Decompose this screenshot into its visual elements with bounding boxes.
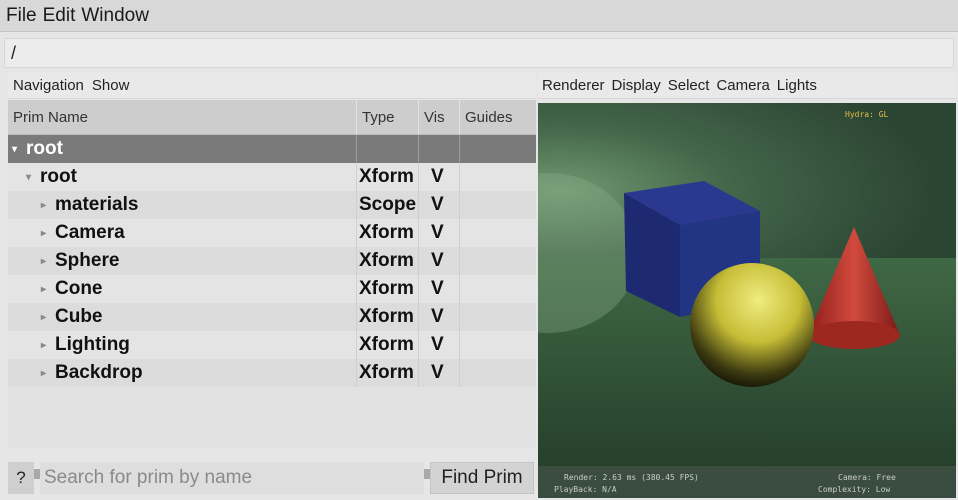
tree-row-cone[interactable]: ▸ Cone Xform V xyxy=(8,275,536,303)
menu-window[interactable]: Window xyxy=(81,5,149,27)
prim-type: Xform xyxy=(357,219,419,247)
prim-vis[interactable]: V xyxy=(419,191,460,219)
hud-render-time: Render: 2.63 ms (380.45 FPS) xyxy=(564,473,699,482)
column-header-type[interactable]: Type xyxy=(357,100,419,134)
menu-navigation[interactable]: Navigation xyxy=(13,77,84,94)
prim-search-bar: ? Find Prim xyxy=(8,462,536,494)
path-text: / xyxy=(11,42,17,63)
prim-name-cell: ▾ root xyxy=(8,163,357,191)
prim-vis[interactable]: V xyxy=(419,247,460,275)
menu-select[interactable]: Select xyxy=(668,77,710,94)
prim-vis[interactable]: V xyxy=(419,219,460,247)
column-header-prim-name[interactable]: Prim Name xyxy=(8,100,357,134)
prim-guides xyxy=(460,247,536,275)
viewport-menubar: Renderer Display Select Camera Lights xyxy=(538,72,956,99)
prim-vis[interactable]: V xyxy=(419,163,460,191)
prim-name: materials xyxy=(55,194,139,215)
expander-icon[interactable]: ▸ xyxy=(41,228,53,239)
tree-row-camera[interactable]: ▸ Camera Xform V xyxy=(8,219,536,247)
menu-file[interactable]: File xyxy=(6,5,37,27)
prim-search-input[interactable] xyxy=(40,462,424,494)
hud-renderer-label: Hydra: GL xyxy=(845,110,889,119)
prim-browser-pane: Navigation Show Prim Name Type Vis Guide… xyxy=(8,72,536,498)
expander-icon[interactable]: ▸ xyxy=(41,312,53,323)
column-header-guides[interactable]: Guides xyxy=(460,100,536,134)
hud-complexity: Complexity: Low xyxy=(818,485,890,494)
tree-row-root-top[interactable]: ▾ root xyxy=(8,135,536,163)
prim-type: Scope xyxy=(357,191,419,219)
prim-name-cell: ▸ Camera xyxy=(8,219,357,247)
viewport-scene: Hydra: GL Render: 2.63 ms (380.45 FPS) P… xyxy=(538,103,956,498)
path-field[interactable]: / xyxy=(4,38,954,68)
prim-vis[interactable]: V xyxy=(419,331,460,359)
menu-bar: File Edit Window xyxy=(0,0,958,32)
prim-guides xyxy=(460,219,536,247)
prim-tree-header: Prim Name Type Vis Guides xyxy=(8,100,536,135)
expander-icon[interactable]: ▸ xyxy=(41,340,53,351)
prim-name-cell: ▸ Cone xyxy=(8,275,357,303)
prim-name: Cone xyxy=(55,278,103,299)
prim-name: Backdrop xyxy=(55,362,143,383)
find-prim-button[interactable]: Find Prim xyxy=(430,462,534,494)
tree-row-cube[interactable]: ▸ Cube Xform V xyxy=(8,303,536,331)
tree-row-backdrop[interactable]: ▸ Backdrop Xform V xyxy=(8,359,536,387)
prim-vis[interactable]: V xyxy=(419,275,460,303)
prim-name-cell: ▸ Cube xyxy=(8,303,357,331)
expander-icon[interactable]: ▸ xyxy=(41,256,53,267)
prim-name-cell: ▸ Sphere xyxy=(8,247,357,275)
prim-name-cell: ▸ Lighting xyxy=(8,331,357,359)
hud-camera: Camera: Free xyxy=(838,473,896,482)
expander-icon[interactable]: ▸ xyxy=(41,284,53,295)
menu-show[interactable]: Show xyxy=(92,77,130,94)
prim-type: Xform xyxy=(357,247,419,275)
prim-name-cell: ▾ root xyxy=(8,135,357,163)
prim-guides xyxy=(460,191,536,219)
prim-type: Xform xyxy=(357,163,419,191)
prim-name-cell: ▸ Backdrop xyxy=(8,359,357,387)
prim-browser-menubar: Navigation Show xyxy=(8,72,536,99)
sphere-object[interactable] xyxy=(690,263,814,387)
help-button[interactable]: ? xyxy=(8,462,34,494)
expander-icon[interactable]: ▾ xyxy=(26,172,38,183)
prim-guides xyxy=(460,135,536,163)
prim-name-cell: ▸ materials xyxy=(8,191,357,219)
viewport-pane: Renderer Display Select Camera Lights Hy… xyxy=(538,72,956,498)
tree-row-sphere[interactable]: ▸ Sphere Xform V xyxy=(8,247,536,275)
menu-edit[interactable]: Edit xyxy=(43,5,76,27)
prim-name: Sphere xyxy=(55,250,120,271)
prim-name: root xyxy=(40,166,77,187)
prim-name: Lighting xyxy=(55,334,130,355)
prim-name: root xyxy=(26,138,63,159)
menu-lights[interactable]: Lights xyxy=(777,77,817,94)
menu-camera[interactable]: Camera xyxy=(716,77,769,94)
prim-tree[interactable]: Prim Name Type Vis Guides ▾ root ▾ root … xyxy=(8,100,536,479)
expander-icon[interactable]: ▸ xyxy=(41,368,53,379)
prim-guides xyxy=(460,331,536,359)
3d-viewport[interactable]: Hydra: GL Render: 2.63 ms (380.45 FPS) P… xyxy=(538,103,956,498)
prim-guides xyxy=(460,359,536,387)
tree-row-lighting[interactable]: ▸ Lighting Xform V xyxy=(8,331,536,359)
menu-display[interactable]: Display xyxy=(612,77,661,94)
tree-row-materials[interactable]: ▸ materials Scope V xyxy=(8,191,536,219)
prim-name: Camera xyxy=(55,222,125,243)
prim-type xyxy=(357,135,419,163)
prim-vis[interactable]: V xyxy=(419,359,460,387)
prim-guides xyxy=(460,163,536,191)
prim-name: Cube xyxy=(55,306,103,327)
prim-vis[interactable]: V xyxy=(419,303,460,331)
prim-vis[interactable] xyxy=(419,135,460,163)
prim-type: Xform xyxy=(357,303,419,331)
menu-renderer[interactable]: Renderer xyxy=(542,77,605,94)
prim-type: Xform xyxy=(357,359,419,387)
expander-icon[interactable]: ▸ xyxy=(41,200,53,211)
column-header-vis[interactable]: Vis xyxy=(419,100,460,134)
expander-icon[interactable]: ▾ xyxy=(12,144,24,155)
prim-type: Xform xyxy=(357,275,419,303)
hud-playback: PlayBack: N/A xyxy=(554,485,617,494)
prim-guides xyxy=(460,275,536,303)
prim-type: Xform xyxy=(357,331,419,359)
tree-row-root[interactable]: ▾ root Xform V xyxy=(8,163,536,191)
prim-guides xyxy=(460,303,536,331)
